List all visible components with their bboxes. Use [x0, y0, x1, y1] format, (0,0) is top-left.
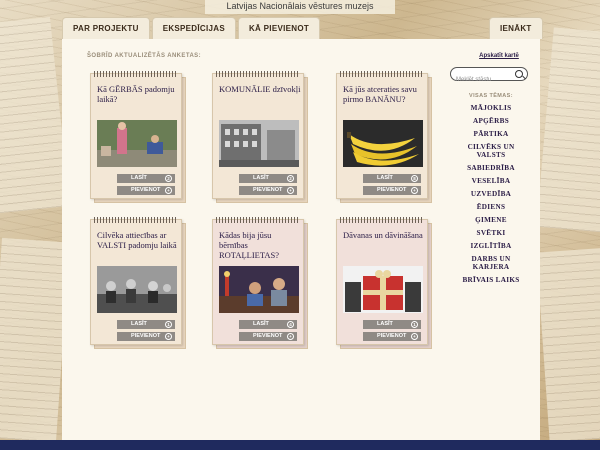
read-button[interactable]: LASĪT 8: [363, 174, 421, 183]
spiral-binding: [94, 71, 178, 77]
plus-icon: +: [165, 333, 172, 340]
card-title[interactable]: KOMUNĀLIE dzīvokļi: [219, 84, 301, 94]
footer-bar: [0, 440, 600, 450]
spiral-binding: [216, 71, 300, 77]
plus-icon: +: [411, 187, 418, 194]
card-title[interactable]: Cilvēka attiecības ar VALSTI padomju lai…: [97, 230, 179, 250]
topic-link[interactable]: SVĒTKI: [450, 229, 532, 237]
topic-link[interactable]: UZVEDĪBA: [450, 190, 532, 198]
add-button[interactable]: PIEVIENOT +: [117, 332, 175, 341]
tab-expeditions[interactable]: EKSPEDĪCIJAS: [151, 17, 236, 39]
card-photo[interactable]: [97, 120, 177, 167]
search-placeholder: Meklēt stāstu: [456, 77, 492, 83]
add-button[interactable]: PIEVIENOT +: [117, 186, 175, 195]
spiral-binding: [340, 71, 424, 77]
questionnaire-card: Kādas bija jūsu bērnības ROTAĻLIETAS? LA…: [212, 217, 308, 349]
card-photo[interactable]: [343, 266, 423, 313]
questionnaire-card: Cilvēka attiecības ar VALSTI padomju lai…: [90, 217, 186, 349]
topic-link[interactable]: BRĪVAIS LAIKS: [450, 276, 532, 284]
spiral-binding: [340, 217, 424, 223]
topic-link[interactable]: APĢĒRBS: [450, 117, 532, 125]
topic-link[interactable]: CILVĒKS UN VALSTS: [464, 143, 518, 159]
topic-link[interactable]: SABIEDRĪBA: [450, 164, 532, 172]
count-icon: 4: [287, 321, 294, 328]
topic-link[interactable]: MĀJOKLIS: [450, 104, 532, 112]
topics-label: VISAS TĒMAS:: [469, 93, 513, 99]
questionnaire-card: Kā GĒRBĀS padomju laikā? LASĪT 2 PIEVIEN…: [90, 71, 186, 203]
count-icon: 1: [411, 321, 418, 328]
plus-icon: +: [165, 187, 172, 194]
card-photo[interactable]: [219, 120, 299, 167]
read-button[interactable]: LASĪT 2: [239, 174, 297, 183]
plus-icon: +: [411, 333, 418, 340]
search-icon[interactable]: [515, 70, 523, 78]
topic-link[interactable]: VESELĪBA: [450, 177, 532, 185]
spiral-binding: [216, 217, 300, 223]
plus-icon: +: [287, 333, 294, 340]
questionnaire-card: KOMUNĀLIE dzīvokļi LASĪT 2 PIEVIENOT +: [212, 71, 308, 203]
read-button[interactable]: LASĪT 2: [117, 174, 175, 183]
questionnaire-card: Dāvanas un dāvināšana LASĪT 1 PIEVIENOT: [336, 217, 432, 349]
add-button[interactable]: PIEVIENOT +: [239, 332, 297, 341]
add-button[interactable]: PIEVIENOT +: [239, 186, 297, 195]
card-title[interactable]: Kādas bija jūsu bērnības ROTAĻLIETAS?: [219, 230, 301, 260]
read-button[interactable]: LASĪT 1: [117, 320, 175, 329]
plus-icon: +: [287, 187, 294, 194]
tab-about-project[interactable]: PAR PROJEKTU: [62, 17, 150, 39]
add-button[interactable]: PIEVIENOT +: [363, 186, 421, 195]
read-button[interactable]: LASĪT 4: [239, 320, 297, 329]
topic-link[interactable]: ĒDIENS: [450, 203, 532, 211]
search-input[interactable]: Meklēt stāstu: [450, 67, 528, 83]
section-label: ŠOBRĪD AKTUALIZĒTĀS ANKETAS:: [87, 53, 201, 59]
card-photo[interactable]: [343, 120, 423, 167]
count-icon: 8: [411, 175, 418, 182]
count-icon: 2: [165, 175, 172, 182]
topic-link[interactable]: ĢIMENE: [450, 216, 532, 224]
count-icon: 1: [165, 321, 172, 328]
main-nav: PAR PROJEKTU EKSPEDĪCIJAS KĀ PIEVIENOT I…: [62, 17, 543, 39]
content-panel: ŠOBRĪD AKTUALIZĒTĀS ANKETAS: Kā GĒRBĀS p…: [62, 39, 540, 440]
tab-how-to-add[interactable]: KĀ PIEVIENOT: [237, 17, 321, 39]
read-button[interactable]: LASĪT 1: [363, 320, 421, 329]
card-title[interactable]: Kā GĒRBĀS padomju laikā?: [97, 84, 179, 104]
spiral-binding: [94, 217, 178, 223]
topic-link[interactable]: PĀRTIKA: [450, 130, 532, 138]
view-on-map-link[interactable]: Apskatīt kartē: [466, 53, 532, 59]
topic-link[interactable]: IZGLĪTĪBA: [450, 242, 532, 250]
card-photo[interactable]: [97, 266, 177, 313]
sidebar: Apskatīt kartē Meklēt stāstu VISAS TĒMAS…: [450, 53, 532, 284]
login-tab[interactable]: IENĀKT: [489, 17, 543, 39]
card-title[interactable]: Dāvanas un dāvināšana: [343, 230, 425, 240]
topic-link[interactable]: DARBS UN KARJERA: [466, 255, 516, 271]
card-title[interactable]: Kā jūs atceraties savu pirmo BANĀNU?: [343, 84, 425, 104]
museum-title: Latvijas Nacionālais vēstures muzejs: [205, 0, 395, 14]
count-icon: 2: [287, 175, 294, 182]
questionnaire-card: Kā jūs atceraties savu pirmo BANĀNU? LAS…: [336, 71, 432, 203]
add-button[interactable]: PIEVIENOT +: [363, 332, 421, 341]
card-photo[interactable]: [219, 266, 299, 313]
